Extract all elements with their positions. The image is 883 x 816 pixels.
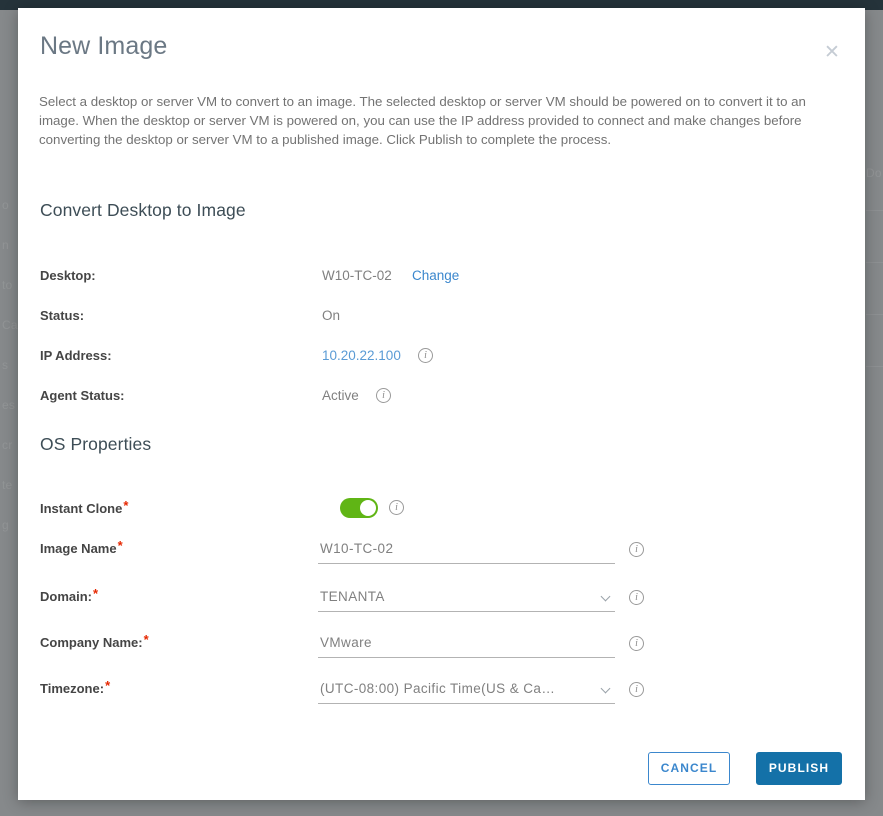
company-name-value: VMware — [320, 635, 372, 650]
form-row-domain: Domain:* TENANTA — [40, 584, 840, 614]
form-label-image-name: Image Name* — [40, 538, 123, 558]
section-heading-os-properties: OS Properties — [40, 434, 152, 454]
timezone-value: (UTC-08:00) Pacific Time(US & Ca… — [320, 681, 556, 696]
chevron-down-icon[interactable] — [602, 593, 611, 602]
required-asterisk: * — [143, 632, 149, 647]
form-row-image-name: Image Name* W10-TC-02 — [40, 536, 840, 566]
form-row-company-name: Company Name:* VMware — [40, 630, 840, 660]
background-ghost-text: to — [2, 278, 13, 292]
form-label-text: Instant Clone — [40, 501, 123, 516]
background-ghost-text: es — [2, 398, 16, 412]
info-label-desktop: Desktop: — [40, 268, 96, 283]
company-name-input[interactable]: VMware — [318, 630, 615, 658]
info-row-desktop: Desktop: W10-TC-02 Change — [40, 265, 840, 287]
domain-value: TENANTA — [320, 589, 385, 604]
change-desktop-link[interactable]: Change — [412, 265, 459, 287]
info-icon[interactable] — [389, 500, 404, 515]
form-label-domain: Domain:* — [40, 586, 99, 606]
info-value-ip-address[interactable]: 10.20.22.100 — [322, 345, 401, 367]
info-value-status: On — [322, 308, 341, 323]
domain-select[interactable]: TENANTA — [318, 584, 615, 612]
background-divider — [866, 210, 883, 211]
info-icon[interactable] — [629, 682, 644, 697]
page-title: New Image — [40, 32, 168, 60]
info-row-agent-status: Agent Status: Active — [40, 385, 840, 407]
background-ghost-text: n — [2, 238, 9, 252]
new-image-modal: ✕ New Image Select a desktop or server V… — [18, 8, 865, 800]
required-asterisk: * — [93, 586, 99, 601]
form-row-instant-clone: Instant Clone* — [40, 496, 840, 526]
info-row-ip-address: IP Address: 10.20.22.100 — [40, 345, 840, 367]
info-icon[interactable] — [418, 348, 433, 363]
form-label-instant-clone: Instant Clone* — [40, 498, 129, 518]
required-asterisk: * — [123, 498, 129, 513]
background-ghost-text: Ca — [2, 318, 18, 332]
instant-clone-toggle[interactable] — [340, 498, 378, 518]
form-label-timezone: Timezone:* — [40, 678, 111, 698]
background-divider — [866, 366, 883, 367]
info-row-status: Status: On — [40, 305, 840, 327]
cancel-button[interactable]: CANCEL — [648, 752, 730, 785]
publish-button[interactable]: PUBLISH — [756, 752, 842, 785]
form-label-text: Image Name — [40, 541, 117, 556]
info-label-status: Status: — [40, 308, 85, 323]
info-label-ip-address: IP Address: — [40, 348, 112, 363]
form-label-text: Timezone: — [40, 681, 105, 696]
background-divider — [866, 262, 883, 263]
background-ghost-text: o — [2, 198, 9, 212]
image-name-value: W10-TC-02 — [320, 541, 394, 556]
timezone-select[interactable]: (UTC-08:00) Pacific Time(US & Ca… — [318, 676, 615, 704]
background-divider — [866, 314, 883, 315]
background-ghost-text: te — [2, 478, 13, 492]
info-label-agent-status: Agent Status: — [40, 388, 125, 403]
close-icon[interactable]: ✕ — [821, 41, 843, 63]
toggle-knob — [360, 500, 376, 516]
modal-description: Select a desktop or server VM to convert… — [39, 94, 806, 148]
chevron-down-icon[interactable] — [602, 685, 611, 694]
required-asterisk: * — [105, 678, 111, 693]
image-name-input[interactable]: W10-TC-02 — [318, 536, 615, 564]
info-icon[interactable] — [629, 590, 644, 605]
form-label-company-name: Company Name:* — [40, 632, 149, 652]
form-label-text: Company Name: — [40, 635, 143, 650]
background-ghost-text: s — [2, 358, 9, 372]
required-asterisk: * — [117, 538, 123, 553]
info-icon[interactable] — [629, 542, 644, 557]
form-label-text: Domain: — [40, 589, 92, 604]
info-value-agent-status: Active — [322, 388, 359, 403]
info-icon[interactable] — [376, 388, 391, 403]
form-row-timezone: Timezone:* (UTC-08:00) Pacific Time(US &… — [40, 676, 840, 706]
info-value-desktop: W10-TC-02 — [322, 268, 392, 283]
section-heading-convert: Convert Desktop to Image — [40, 200, 246, 220]
background-ghost-text: g — [2, 518, 9, 532]
background-ghost-text: cr — [2, 438, 13, 452]
background-ghost-text: Do — [866, 166, 882, 180]
info-icon[interactable] — [629, 636, 644, 651]
